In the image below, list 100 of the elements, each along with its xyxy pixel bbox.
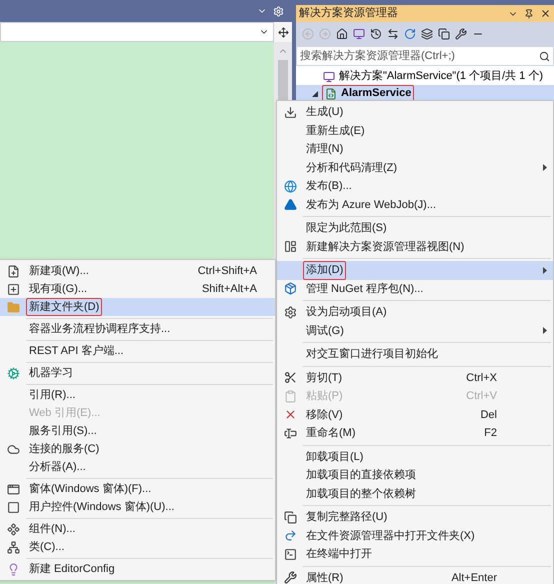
menu-item-label: 新建解决方案资源管理器视图(N) (305, 240, 466, 254)
component-icon (6, 522, 20, 536)
menu-item-label: 连接的服务(C) (28, 442, 100, 457)
menu-item-label: 组件(N)... (28, 522, 76, 537)
shortcut-label: Shift+Alt+A (202, 282, 257, 297)
menu-item[interactable]: 用户控件(Windows 窗体)(U)... (0, 498, 275, 516)
wrench-icon (284, 571, 296, 584)
menu-item[interactable]: 调试(G) (277, 322, 553, 340)
menu-item[interactable]: REST API 客户端... (0, 342, 275, 360)
menu-item[interactable]: 机器学习 (0, 364, 275, 382)
menu-item-label: 类(C)... (28, 540, 66, 555)
menu-item-label: 移除(V) (305, 408, 344, 422)
menu-item-label: 对交互窗口进行项目初始化 (305, 346, 439, 362)
menu-item-label: 管理 NuGet 程序包(N)... (305, 282, 424, 296)
expand-arrow-icon[interactable] (312, 90, 318, 96)
menu-item[interactable]: 服务引用(S)... (0, 422, 275, 440)
close-icon (284, 408, 296, 422)
menu-item[interactable]: 剪切(T) Ctrl+X (277, 368, 553, 387)
panel-title: 解决方案资源管理器 (299, 6, 399, 22)
menu-item[interactable]: 现有项(G)... Shift+Alt+A (0, 280, 275, 298)
solution-icon (323, 70, 335, 82)
menu-item[interactable]: 限定为此范围(S) (277, 219, 553, 238)
menu-item-label: 容器业务流程协调程序支持... (28, 322, 172, 337)
square-icon (6, 500, 20, 514)
menu-item-label: 发布为 Azure WebJob(J)... (305, 198, 437, 212)
menu-item[interactable]: 分析器(A)... (0, 458, 275, 476)
pin-icon[interactable] (524, 8, 534, 18)
menu-item[interactable]: 复制完整路径(U) (277, 508, 553, 526)
tree-item-label: 解决方案"AlarmService"(1 个项目/共 1 个) (339, 68, 543, 84)
menu-item-label: 清理(N) (305, 142, 344, 157)
clipboard-icon (284, 390, 296, 403)
menu-item[interactable]: 新建文件夹(D) (0, 298, 275, 316)
menu-item-label: 新建文件夹(D) (26, 298, 102, 316)
menu-item[interactable]: 连接的服务(C) (0, 440, 275, 458)
shortcut-label: Alt+Enter (451, 570, 497, 584)
menu-item-label: 分析器(A)... (28, 460, 87, 475)
menu-item-label: 重命名(M) (305, 426, 356, 441)
sync-icon[interactable] (387, 28, 399, 40)
search-icon[interactable] (539, 50, 550, 62)
triangle-icon (284, 198, 296, 212)
menu-item-label: 加载项目的整个依赖树 (305, 486, 417, 502)
search-field[interactable]: 搜索解决方案资源管理器(Ctrl+;) (296, 46, 554, 66)
menu-item[interactable]: 组件(N)... (0, 520, 275, 538)
menu-item-label: REST API 客户端... (28, 344, 125, 359)
menu-item[interactable]: 管理 NuGet 程序包(N)... (277, 280, 553, 298)
menu-item[interactable]: 在终端中打开 (277, 545, 553, 564)
shortcut-label: Ctrl+X (466, 370, 497, 386)
menu-item[interactable]: 清理(N) (277, 140, 553, 158)
menu-item[interactable]: 重命名(M) F2 (277, 424, 553, 442)
panel-icon (284, 240, 296, 254)
menu-item[interactable]: 对交互窗口进行项目初始化 (277, 345, 553, 364)
menu-item[interactable]: 窗体(Windows 窗体)(F)... (0, 480, 275, 498)
shortcut-label: Ctrl+V (466, 389, 497, 404)
menu-item[interactable]: 重新生成(E) (277, 122, 553, 140)
history-icon[interactable] (370, 28, 382, 40)
menu-item[interactable]: 设为启动项目(A) (277, 303, 553, 322)
settings-icon[interactable] (273, 6, 284, 16)
menu-item[interactable]: 添加(D) (277, 261, 553, 280)
redo-arrow-icon (284, 529, 296, 542)
menu-item[interactable]: 分析和代码清理(Z) (277, 158, 553, 177)
refresh-icon[interactable] (404, 28, 416, 40)
menu-item[interactable]: 引用(R)... (0, 386, 275, 404)
menu-item-label: 生成(U) (305, 105, 344, 120)
menu-item-label: 卸载项目(L) (305, 450, 364, 464)
shortcut-label: Ctrl+Shift+A (198, 264, 257, 279)
menu-item[interactable]: 类(C)... (0, 538, 275, 556)
package-icon (284, 282, 296, 296)
menu-item[interactable]: 新建项(W)... Ctrl+Shift+A (0, 262, 275, 280)
menu-item-label: 添加(D) (303, 261, 346, 280)
menu-item[interactable]: 新建 EditorConfig (0, 560, 275, 578)
menu-item-label: Web 引用(E)... (28, 406, 102, 421)
menu-item[interactable]: 在文件资源管理器中打开文件夹(X) (277, 526, 553, 545)
csharp-project-icon (325, 88, 337, 100)
wrench-icon[interactable] (455, 28, 467, 40)
search-input[interactable]: 搜索解决方案资源管理器(Ctrl+;) (300, 48, 539, 64)
menu-item[interactable]: 卸载项目(L) (277, 448, 553, 466)
window-icon (6, 482, 20, 496)
tree-item-label: AlarmService (341, 86, 412, 102)
menu-item[interactable]: 属性(R) Alt+Enter (277, 568, 553, 584)
globe-icon (284, 180, 296, 193)
menu-item[interactable]: 生成(U) (277, 103, 553, 122)
menu-item[interactable]: 新建解决方案资源管理器视图(N) (277, 238, 553, 256)
menu-item-label: 重新生成(E) (305, 124, 366, 138)
tree-item[interactable]: 解决方案"AlarmService"(1 个项目/共 1 个) (296, 68, 554, 85)
menu-item[interactable]: 容器业务流程协调程序支持... (0, 320, 275, 338)
gear-icon (284, 306, 296, 319)
menu-item-label: 在终端中打开 (305, 547, 373, 562)
shortcut-label: Del (480, 408, 497, 422)
menu-item-label: 粘贴(P) (305, 389, 344, 404)
menu-item[interactable]: 加载项目的整个依赖树 (277, 484, 553, 503)
menu-item-label: 调试(G) (305, 324, 345, 338)
terminal-icon (284, 548, 296, 561)
close-icon[interactable] (540, 8, 551, 19)
menu-item[interactable]: 发布(B)... (277, 177, 553, 196)
menu-item[interactable]: 加载项目的直接依赖项 (277, 466, 553, 484)
rename-icon (284, 426, 296, 440)
menu-item-label: 在文件资源管理器中打开文件夹(X) (305, 528, 476, 544)
menu-item[interactable]: 移除(V) Del (277, 406, 553, 424)
home-icon[interactable] (336, 28, 348, 40)
menu-item[interactable]: 发布为 Azure WebJob(J)... (277, 196, 553, 214)
